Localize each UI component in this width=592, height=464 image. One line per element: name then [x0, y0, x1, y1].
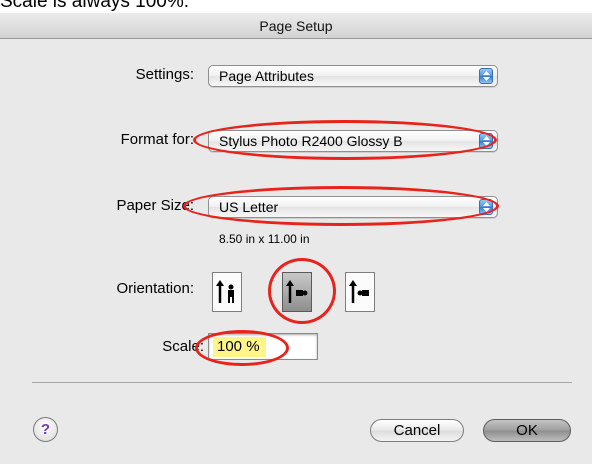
popup-arrows-icon	[479, 68, 493, 84]
title-bar: Page Setup	[0, 13, 592, 39]
popup-arrows-icon	[479, 133, 493, 149]
scale-value: 100 %	[213, 337, 266, 357]
landscape-right-icon	[349, 280, 369, 303]
orientation-portrait-button[interactable]	[212, 272, 242, 312]
format-for-popup[interactable]: Stylus Photo R2400 Glossy B	[208, 130, 498, 152]
orientation-landscape-left-button[interactable]	[282, 272, 312, 312]
paper-size-popup[interactable]: US Letter	[208, 196, 498, 218]
format-for-label: Format for:	[120, 131, 194, 148]
settings-label: Settings:	[135, 66, 194, 83]
format-for-value: Stylus Photo R2400 Glossy B	[219, 133, 403, 149]
portrait-icon	[216, 280, 234, 303]
help-button[interactable]: ?	[33, 417, 58, 442]
orientation-landscape-right-button[interactable]	[345, 272, 375, 312]
landscape-left-icon	[286, 280, 308, 303]
caption-text: Scale is always 100%.	[0, 0, 190, 12]
separator	[32, 382, 572, 383]
scale-input[interactable]: 100 %	[208, 333, 318, 360]
paper-size-value: US Letter	[219, 199, 279, 215]
scale-label: Scale:	[162, 338, 204, 355]
paper-size-label: Paper Size:	[116, 197, 194, 214]
ok-button[interactable]: OK	[483, 419, 571, 442]
window-title: Page Setup	[259, 18, 333, 34]
settings-popup[interactable]: Page Attributes	[208, 65, 498, 87]
settings-value: Page Attributes	[219, 68, 314, 84]
cancel-button[interactable]: Cancel	[370, 419, 464, 442]
orientation-label: Orientation:	[116, 280, 194, 297]
page-setup-dialog: Page Setup Settings: Page Attributes For…	[0, 13, 592, 464]
paper-dimensions: 8.50 in x 11.00 in	[219, 232, 310, 246]
popup-arrows-icon	[479, 199, 493, 215]
